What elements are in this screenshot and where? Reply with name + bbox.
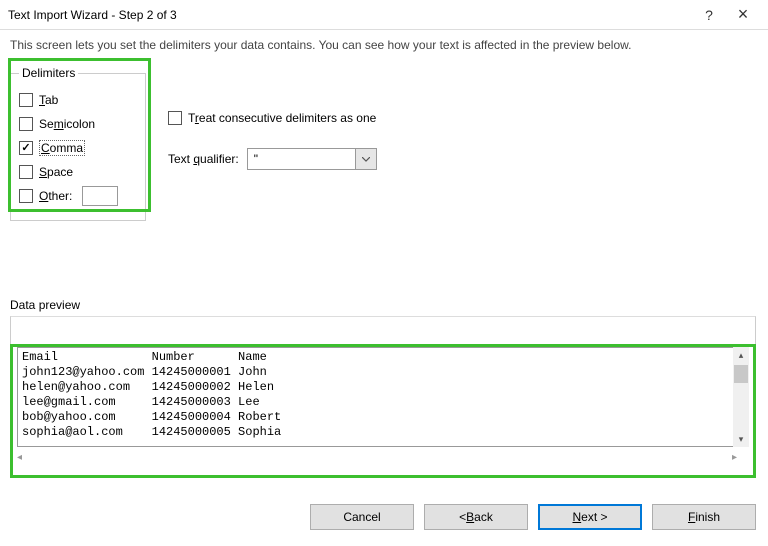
tab-label: Tab <box>39 93 58 107</box>
scroll-left-arrow-icon[interactable]: ◂ <box>17 452 22 463</box>
text-qualifier-select[interactable]: " <box>247 148 377 170</box>
data-preview-table: Email Number Name john123@yahoo.com 1424… <box>18 348 736 442</box>
delimiter-comma-row[interactable]: Comma <box>19 138 137 158</box>
treat-consecutive-label: Treat consecutive delimiters as one <box>188 111 376 125</box>
scroll-thumb[interactable] <box>734 365 748 383</box>
button-bar: Cancel < Back Next > Finish <box>310 504 756 530</box>
instruction-text: This screen lets you set the delimiters … <box>0 30 768 66</box>
finish-button[interactable]: Finish <box>652 504 756 530</box>
semicolon-label: Semicolon <box>39 117 95 131</box>
treat-consecutive-row[interactable]: Treat consecutive delimiters as one <box>168 108 377 128</box>
delimiter-semicolon-row[interactable]: Semicolon <box>19 114 137 134</box>
text-qualifier-value[interactable]: " <box>247 148 355 170</box>
space-label: Space <box>39 165 73 179</box>
next-button[interactable]: Next > <box>538 504 642 530</box>
treat-consecutive-checkbox[interactable] <box>168 111 182 125</box>
delimiter-space-row[interactable]: Space <box>19 162 137 182</box>
comma-label: Comma <box>39 140 85 156</box>
options-area: Treat consecutive delimiters as one Text… <box>168 104 377 170</box>
other-label: Other: <box>39 189 72 203</box>
scroll-down-arrow-icon[interactable]: ▾ <box>733 431 749 447</box>
text-qualifier-dropdown-button[interactable] <box>355 148 377 170</box>
close-button[interactable]: × <box>726 4 760 26</box>
delimiter-other-row[interactable]: Other: <box>19 186 137 206</box>
scroll-up-arrow-icon[interactable]: ▴ <box>733 347 749 363</box>
text-qualifier-row: Text qualifier: " <box>168 148 377 170</box>
other-checkbox[interactable] <box>19 189 33 203</box>
other-input[interactable] <box>82 186 118 206</box>
space-checkbox[interactable] <box>19 165 33 179</box>
delimiters-legend: Delimiters <box>19 66 78 80</box>
back-button[interactable]: < Back <box>424 504 528 530</box>
semicolon-checkbox[interactable] <box>19 117 33 131</box>
text-qualifier-label: Text qualifier: <box>168 152 239 166</box>
delimiter-tab-row[interactable]: Tab <box>19 90 137 110</box>
scroll-right-arrow-icon[interactable]: ▸ <box>732 452 737 463</box>
window-title: Text Import Wizard - Step 2 of 3 <box>8 8 692 22</box>
titlebar: Text Import Wizard - Step 2 of 3 ? × <box>0 0 768 30</box>
help-button[interactable]: ? <box>692 4 726 26</box>
chevron-down-icon <box>362 157 370 162</box>
data-preview-label: Data preview <box>10 298 80 312</box>
preview-vertical-scrollbar[interactable]: ▴ ▾ <box>733 347 749 447</box>
data-preview-inner: Email Number Name john123@yahoo.com 1424… <box>17 347 737 447</box>
delimiters-group: Delimiters Tab Semicolon Comma Space Oth… <box>10 66 146 221</box>
comma-checkbox[interactable] <box>19 141 33 155</box>
tab-checkbox[interactable] <box>19 93 33 107</box>
preview-horizontal-scrollbar[interactable]: ◂ ▸ <box>17 449 737 465</box>
dialog-body: Delimiters Tab Semicolon Comma Space Oth… <box>0 66 768 221</box>
cancel-button[interactable]: Cancel <box>310 504 414 530</box>
data-preview-frame: Email Number Name john123@yahoo.com 1424… <box>10 316 756 476</box>
